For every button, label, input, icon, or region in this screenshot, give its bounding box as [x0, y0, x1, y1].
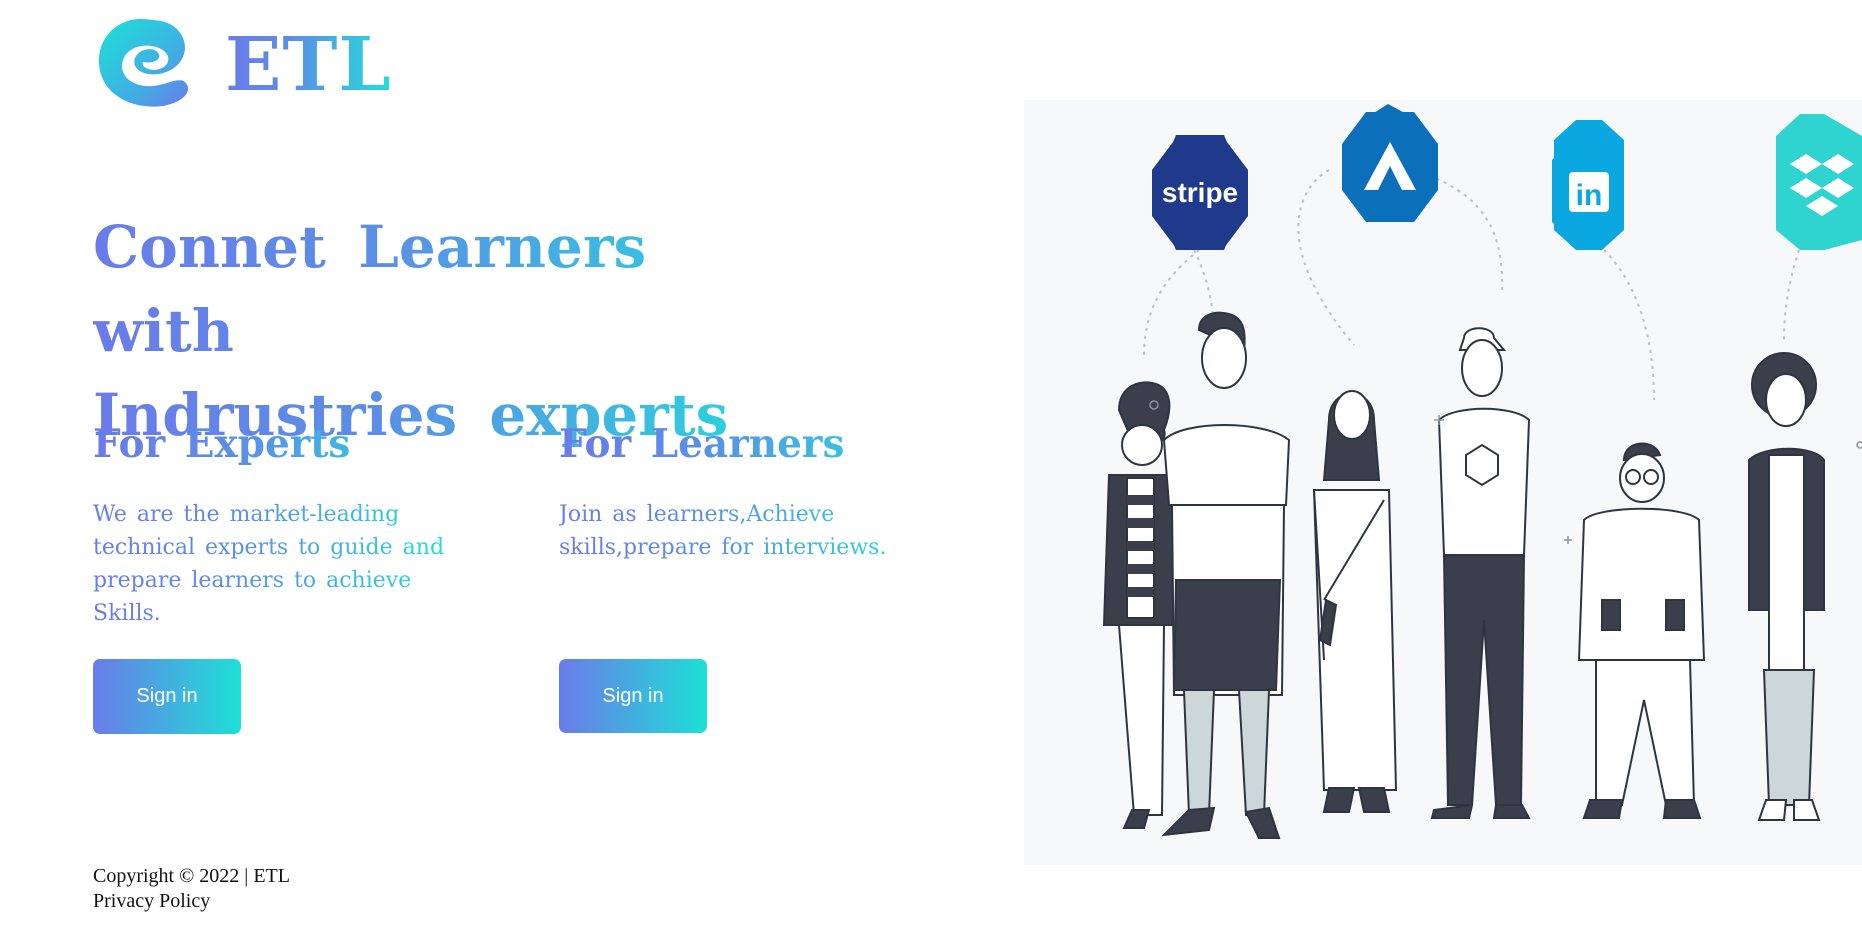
linkedin-badge-label: in [1576, 179, 1603, 212]
copyright-text: Copyright © 2022 | ETL [93, 865, 290, 887]
dropbox-badge-icon [1776, 114, 1862, 250]
footer: Copyright © 2022 | ETL Privacy Policy [93, 864, 290, 914]
learners-section: For Learners Join as learners,Achieve sk… [559, 415, 919, 560]
experts-section: For Experts We are the market-leading te… [93, 415, 453, 626]
learners-description: Join as learners,Achieve skills,prepare … [559, 498, 919, 564]
people-illustration: stripe in [1102, 104, 1862, 839]
linkedin-badge-icon: in [1552, 120, 1624, 250]
learners-sign-in-button[interactable]: Sign in [559, 659, 707, 733]
person-4 [1430, 327, 1531, 819]
stripe-badge-label: stripe [1162, 177, 1238, 208]
community-illustration: stripe in [1024, 100, 1862, 865]
privacy-policy-link[interactable]: Privacy Policy [93, 889, 290, 914]
person-5 [1577, 442, 1706, 819]
person-3 [1312, 390, 1398, 813]
hero-title-line1: Connet Learners with [93, 213, 647, 365]
brand-name: ETL [225, 21, 392, 108]
brand-logo[interactable]: ETL [93, 12, 392, 117]
experts-sign-in-button[interactable]: Sign in [93, 659, 241, 734]
atlassian-badge-icon [1342, 104, 1438, 222]
person-6 [1748, 352, 1825, 821]
experts-heading: For Experts [93, 415, 453, 473]
stripe-badge-icon: stripe [1152, 135, 1248, 250]
person-2 [1161, 311, 1291, 839]
etl-swirl-logo-icon [98, 18, 189, 107]
learners-heading: For Learners [559, 415, 919, 473]
experts-description: We are the market-leading technical expe… [93, 498, 453, 630]
